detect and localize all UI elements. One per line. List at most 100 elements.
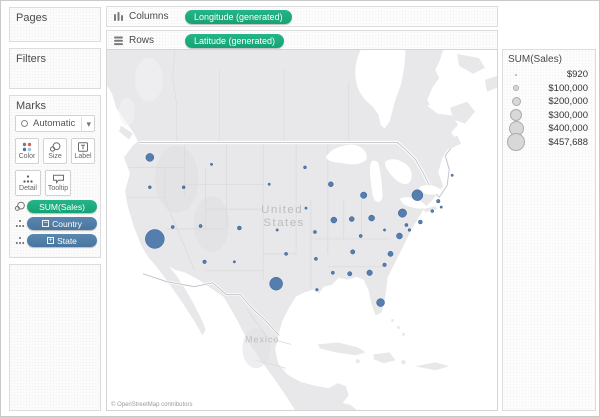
columns-shelf-label: Columns: [129, 11, 168, 22]
mark-type-dropdown[interactable]: Automatic ▾: [15, 115, 95, 132]
map-mark[interactable]: [360, 192, 366, 198]
map-mark[interactable]: [396, 233, 402, 239]
map-mark[interactable]: [316, 288, 319, 291]
pill-sum-sales-label: SUM(Sales): [39, 202, 85, 212]
pill-sum-sales[interactable]: SUM(Sales): [27, 200, 97, 213]
map-mark[interactable]: [388, 251, 393, 256]
legend-size-circle: [510, 109, 522, 121]
map-mark[interactable]: [408, 229, 411, 232]
marks-card: Marks Automatic ▾ Color Size: [9, 95, 101, 258]
label-button[interactable]: Label: [71, 138, 95, 164]
map-mark[interactable]: [348, 272, 352, 276]
filters-label: Filters: [10, 49, 100, 67]
label-button-label: Label: [74, 153, 91, 160]
map-mark[interactable]: [451, 174, 453, 176]
size-legend-icon: [13, 201, 27, 212]
map-mark[interactable]: [431, 210, 434, 213]
pill-state-label: State: [57, 236, 77, 246]
map-canvas[interactable]: UnitedStates Mexico: [107, 50, 497, 410]
color-button-label: Color: [19, 153, 36, 160]
pill-state[interactable]: + State: [27, 234, 97, 247]
legend-entry-label: $300,000: [522, 110, 588, 121]
map-mark[interactable]: [268, 183, 270, 185]
map-mark[interactable]: [171, 225, 174, 228]
detail-button[interactable]: Detail: [15, 170, 41, 196]
map-mark[interactable]: [440, 206, 442, 208]
map-mark[interactable]: [369, 215, 375, 221]
mexico-label: Mexico: [245, 334, 279, 344]
map-mark[interactable]: [405, 223, 408, 226]
map-mark[interactable]: [377, 299, 385, 307]
map-mark[interactable]: [418, 220, 422, 224]
legend-entries: $920$100,000$200,000$300,000$400,000$457…: [503, 68, 595, 149]
map-mark[interactable]: [203, 260, 207, 264]
automatic-mark-icon: [21, 120, 28, 127]
map-mark[interactable]: [210, 163, 212, 165]
legend-entry: $457,688: [503, 136, 595, 150]
map-mark[interactable]: [305, 207, 307, 209]
legend-size-circle: [512, 97, 521, 106]
map-mark[interactable]: [359, 234, 362, 237]
tableau-worksheet: Pages Filters Marks Automatic ▾ Color: [0, 0, 600, 417]
map-mark[interactable]: [331, 217, 337, 223]
map-mark[interactable]: [412, 190, 423, 201]
legend-entry-label: $920: [517, 69, 588, 80]
size-icon: [49, 142, 61, 152]
tooltip-button[interactable]: Tooltip: [45, 170, 71, 196]
mark-type-value: Automatic: [33, 118, 75, 129]
rows-shelf[interactable]: Rows Latitude (generated): [106, 30, 498, 51]
map-mark[interactable]: [303, 166, 306, 169]
map-mark[interactable]: [182, 186, 185, 189]
pages-shelf[interactable]: Pages: [9, 7, 101, 42]
size-button[interactable]: Size: [43, 138, 67, 164]
pill-longitude[interactable]: Longitude (generated): [185, 10, 292, 24]
pill-country[interactable]: − Country: [27, 217, 97, 230]
map-mark[interactable]: [351, 250, 355, 254]
map-mark[interactable]: [313, 230, 316, 233]
map-mark[interactable]: [276, 229, 278, 231]
pill-latitude[interactable]: Latitude (generated): [185, 34, 284, 48]
map-mark[interactable]: [270, 277, 283, 290]
pages-label: Pages: [10, 8, 100, 26]
size-legend-title: SUM(Sales): [503, 50, 595, 68]
chevron-down-icon: ▾: [81, 117, 91, 132]
map-mark[interactable]: [331, 271, 334, 274]
map-mark[interactable]: [237, 226, 241, 230]
pill-country-label: Country: [52, 219, 82, 229]
filters-shelf[interactable]: Filters: [9, 48, 101, 89]
map-mark[interactable]: [328, 182, 333, 187]
map-mark[interactable]: [314, 257, 317, 260]
tooltip-icon: [52, 174, 65, 184]
legend-entry: $920: [503, 68, 595, 82]
map-mark[interactable]: [145, 230, 164, 249]
map-mark[interactable]: [199, 224, 202, 227]
legend-entry: $100,000: [503, 82, 595, 96]
legend-entry-label: $400,000: [524, 123, 589, 134]
rows-shelf-label: Rows: [129, 35, 154, 46]
map-mark[interactable]: [383, 229, 385, 231]
map-mark[interactable]: [284, 252, 287, 255]
map-view[interactable]: UnitedStates Mexico © OpenStreetMap cont…: [106, 49, 498, 411]
map-mark[interactable]: [349, 217, 354, 222]
detail-shelf-icon: [13, 235, 27, 246]
map-mark[interactable]: [233, 261, 235, 263]
columns-shelf[interactable]: Columns Longitude (generated): [106, 6, 498, 27]
map-mark[interactable]: [367, 270, 373, 276]
size-button-label: Size: [48, 153, 62, 160]
map-mark[interactable]: [383, 263, 387, 267]
map-attribution: © OpenStreetMap contributors: [111, 402, 192, 408]
legend-size-circle: [507, 133, 525, 151]
map-mark[interactable]: [436, 199, 440, 203]
collapse-hierarchy-icon[interactable]: −: [42, 220, 49, 227]
color-button[interactable]: Color: [15, 138, 39, 164]
united-states-label: UnitedStates: [261, 204, 305, 229]
legend-entry: $300,000: [503, 109, 595, 123]
map-mark[interactable]: [398, 209, 406, 217]
map-mark[interactable]: [146, 153, 154, 161]
detail-button-label: Detail: [19, 185, 37, 192]
expand-hierarchy-icon[interactable]: +: [47, 237, 54, 244]
sidebar-empty-area: [9, 264, 101, 411]
legend-entry-label: $457,688: [525, 137, 588, 148]
map-mark[interactable]: [148, 186, 151, 189]
size-legend[interactable]: SUM(Sales) $920$100,000$200,000$300,000$…: [502, 49, 596, 411]
